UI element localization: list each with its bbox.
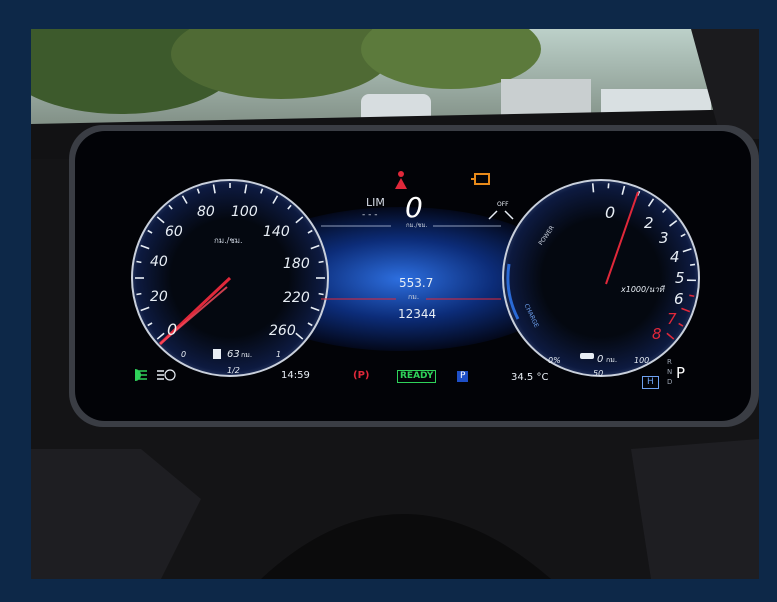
cruise-label: OFF [497,201,509,208]
battery-empty: 0% [548,356,561,365]
power-tick-3: 3 [659,229,669,247]
power-tick-2: 2 [644,214,654,232]
park-indicator: P [457,371,469,382]
dial-tick [318,292,324,296]
steering-wheel [261,514,551,579]
power-meter-dial [502,179,700,377]
trip-value: 553.7 [399,276,434,290]
speed-tick-80: 80 [197,204,215,220]
power-tick-6: 6 [674,290,684,308]
odometer-value: 12344 [398,307,437,321]
battery-mid: 50 [593,369,604,378]
clock: 14:59 [281,370,310,381]
dash-lower-right [631,439,759,579]
speed-tick-260: 260 [269,323,296,339]
scene [31,29,759,579]
gear-selected: P [676,364,686,382]
fuel-half: 1/2 [227,366,240,375]
dial-tick [136,292,142,296]
speed-tick-140: 140 [263,224,290,240]
speed-unit: กม./ชม. [214,236,243,245]
ev-range-value: 0 [597,354,604,365]
gear-d: D [667,378,673,386]
power-tick-8: 8 [652,325,662,343]
speed-tick-20: 20 [150,289,168,305]
trip-unit: กม. [408,293,420,301]
dashboard-photo: 0 20 40 60 80 100 140 180 220 260 กม./ชม… [31,29,759,579]
dial-tick [318,260,324,264]
parking-brake-indicator: (P) [353,370,370,381]
range-unit: กม. [241,351,253,359]
speed-tick-40: 40 [150,254,168,270]
speed-readout: 0 [405,191,423,224]
photo-frame: 0 20 40 60 80 100 140 180 220 260 กม./ชม… [0,0,777,602]
battery-full: 100 [634,356,650,365]
speed-tick-100: 100 [231,204,258,220]
gear-n: N [667,368,673,376]
power-tick-5: 5 [675,269,685,287]
fuel-empty: 0 [181,350,187,359]
dial-tick [591,183,595,193]
dash-lower-left [31,449,201,579]
dial-tick [689,294,695,298]
power-tick-4: 4 [670,248,680,266]
gear-r: R [667,358,672,366]
limiter-label: LIM [366,196,385,209]
speed-tick-180: 180 [283,256,310,272]
speed-tick-0: 0 [167,320,178,339]
ready-indicator: READY [397,370,437,383]
power-unit: x1000/นาที [621,285,665,294]
fuel-full: 1 [276,350,282,359]
dial-tick [689,263,696,266]
dial-tick [136,260,142,264]
outside-temperature: 34.5 °C [511,372,549,383]
headlight-icon [135,369,147,381]
ev-car-icon [580,353,594,359]
power-tick-0: 0 [605,203,616,222]
limiter-value: - - - [362,210,378,220]
fuel-pump-icon [213,349,221,359]
speed-tick-220: 220 [283,290,310,306]
speed-tick-60: 60 [165,224,183,240]
speed-readout-unit: กม./ชม. [406,222,428,229]
power-tick-7: 7 [667,310,677,328]
drive-mode-badge: H [642,376,659,389]
range-value: 63 [227,349,240,360]
ev-range-unit: กม. [606,356,618,364]
